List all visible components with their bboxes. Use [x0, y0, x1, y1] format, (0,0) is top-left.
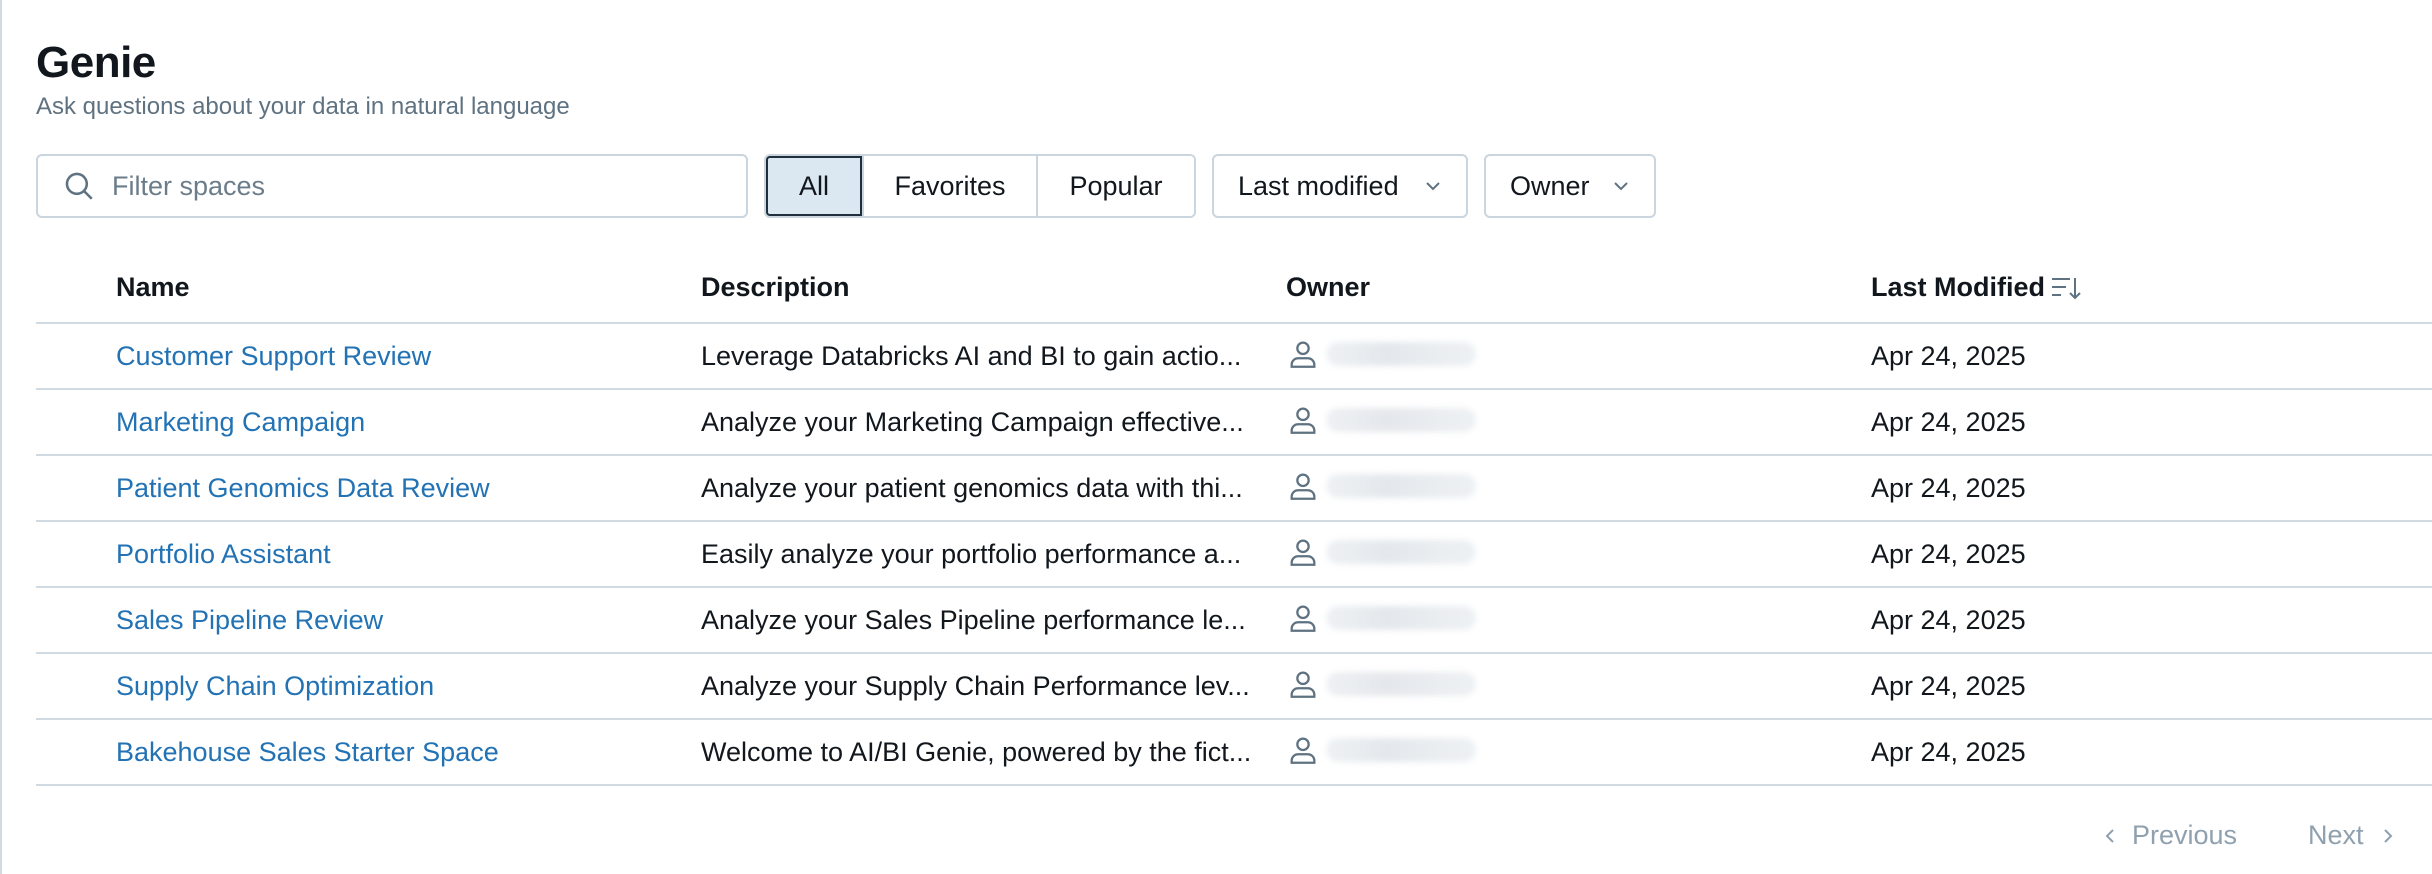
- owner-cell: [1286, 667, 1476, 701]
- owner-cell: [1286, 733, 1476, 767]
- space-description: Leverage Databricks AI and BI to gain ac…: [701, 341, 1242, 371]
- page-subtitle: Ask questions about your data in natural…: [36, 93, 570, 120]
- owner-name-redacted: [1326, 474, 1476, 498]
- space-description: Welcome to AI/BI Genie, powered by the f…: [701, 737, 1252, 767]
- owner-cell: [1286, 601, 1476, 635]
- user-icon: [1290, 407, 1316, 434]
- sort-descending-icon[interactable]: [2050, 274, 2082, 302]
- table-row[interactable]: Marketing Campaign Analyze your Marketin…: [36, 390, 2432, 456]
- last-modified-date: Apr 24, 2025: [1871, 605, 2026, 635]
- table-body: Customer Support Review Leverage Databri…: [36, 324, 2432, 786]
- genie-page: Genie Ask questions about your data in n…: [0, 0, 2432, 874]
- table-row[interactable]: Bakehouse Sales Starter Space Welcome to…: [36, 720, 2432, 786]
- previous-page-button[interactable]: Previous: [2102, 820, 2237, 851]
- table-row[interactable]: Sales Pipeline Review Analyze your Sales…: [36, 588, 2432, 654]
- owner-cell: [1286, 403, 1476, 437]
- table-row[interactable]: Customer Support Review Leverage Databri…: [36, 324, 2432, 390]
- owner-cell: [1286, 535, 1476, 569]
- user-icon: [1290, 539, 1316, 566]
- search-input[interactable]: [112, 170, 712, 202]
- last-modified-date: Apr 24, 2025: [1871, 671, 2026, 701]
- owner-cell: [1286, 337, 1476, 371]
- owner-name-redacted: [1326, 672, 1476, 696]
- next-page-button[interactable]: Next: [2308, 820, 2396, 851]
- column-header-description: Description: [701, 272, 850, 302]
- user-icon: [1290, 737, 1316, 764]
- owner-cell: [1286, 469, 1476, 503]
- owner-dropdown-label: Owner: [1510, 170, 1590, 201]
- filter-segmented-control: All Favorites Popular: [764, 154, 1196, 218]
- space-name-link[interactable]: Marketing Campaign: [116, 407, 365, 438]
- space-name-link[interactable]: Bakehouse Sales Starter Space: [116, 737, 499, 768]
- last-modified-date: Apr 24, 2025: [1871, 737, 2026, 767]
- space-description: Easily analyze your portfolio performanc…: [701, 539, 1242, 569]
- column-header-owner[interactable]: Owner: [1286, 272, 1370, 303]
- space-description: Analyze your Sales Pipeline performance …: [701, 605, 1246, 635]
- sort-dropdown[interactable]: Last modified: [1212, 154, 1468, 218]
- user-icon: [1290, 605, 1316, 632]
- space-name-link[interactable]: Sales Pipeline Review: [116, 605, 383, 636]
- segment-popular[interactable]: Popular: [1036, 156, 1194, 216]
- chevron-right-icon: [2383, 828, 2392, 843]
- table-row[interactable]: Supply Chain Optimization Analyze your S…: [36, 654, 2432, 720]
- page-title: Genie: [36, 38, 156, 87]
- space-name-link[interactable]: Supply Chain Optimization: [116, 671, 434, 702]
- owner-name-redacted: [1326, 408, 1476, 432]
- column-header-last-modified[interactable]: Last Modified: [1871, 272, 2045, 303]
- chevron-down-icon: [1426, 182, 1440, 191]
- segment-favorites[interactable]: Favorites: [862, 156, 1036, 216]
- space-description: Analyze your Supply Chain Performance le…: [701, 671, 1250, 701]
- user-icon: [1290, 341, 1316, 368]
- user-icon: [1290, 671, 1316, 698]
- search-box[interactable]: [36, 154, 748, 218]
- last-modified-date: Apr 24, 2025: [1871, 341, 2026, 371]
- search-icon: [65, 172, 93, 200]
- owner-name-redacted: [1326, 540, 1476, 564]
- space-name-link[interactable]: Patient Genomics Data Review: [116, 473, 490, 504]
- table-row[interactable]: Patient Genomics Data Review Analyze you…: [36, 456, 2432, 522]
- column-header-name[interactable]: Name: [116, 272, 190, 303]
- last-modified-date: Apr 24, 2025: [1871, 407, 2026, 437]
- owner-dropdown[interactable]: Owner: [1484, 154, 1656, 218]
- owner-name-redacted: [1326, 606, 1476, 630]
- previous-page-label: Previous: [2132, 820, 2238, 850]
- owner-name-redacted: [1326, 738, 1476, 762]
- last-modified-date: Apr 24, 2025: [1871, 473, 2026, 503]
- segment-all[interactable]: All: [766, 156, 862, 216]
- space-description: Analyze your patient genomics data with …: [701, 473, 1243, 503]
- user-icon: [1290, 473, 1316, 500]
- chevron-left-icon: [2105, 828, 2114, 843]
- last-modified-date: Apr 24, 2025: [1871, 539, 2026, 569]
- owner-name-redacted: [1326, 342, 1476, 366]
- space-name-link[interactable]: Customer Support Review: [116, 341, 431, 372]
- space-name-link[interactable]: Portfolio Assistant: [116, 539, 331, 570]
- space-description: Analyze your Marketing Campaign effectiv…: [701, 407, 1244, 437]
- chevron-down-icon: [1614, 182, 1628, 191]
- next-page-label: Next: [2308, 820, 2364, 850]
- sort-dropdown-label: Last modified: [1238, 170, 1399, 201]
- table-row[interactable]: Portfolio Assistant Easily analyze your …: [36, 522, 2432, 588]
